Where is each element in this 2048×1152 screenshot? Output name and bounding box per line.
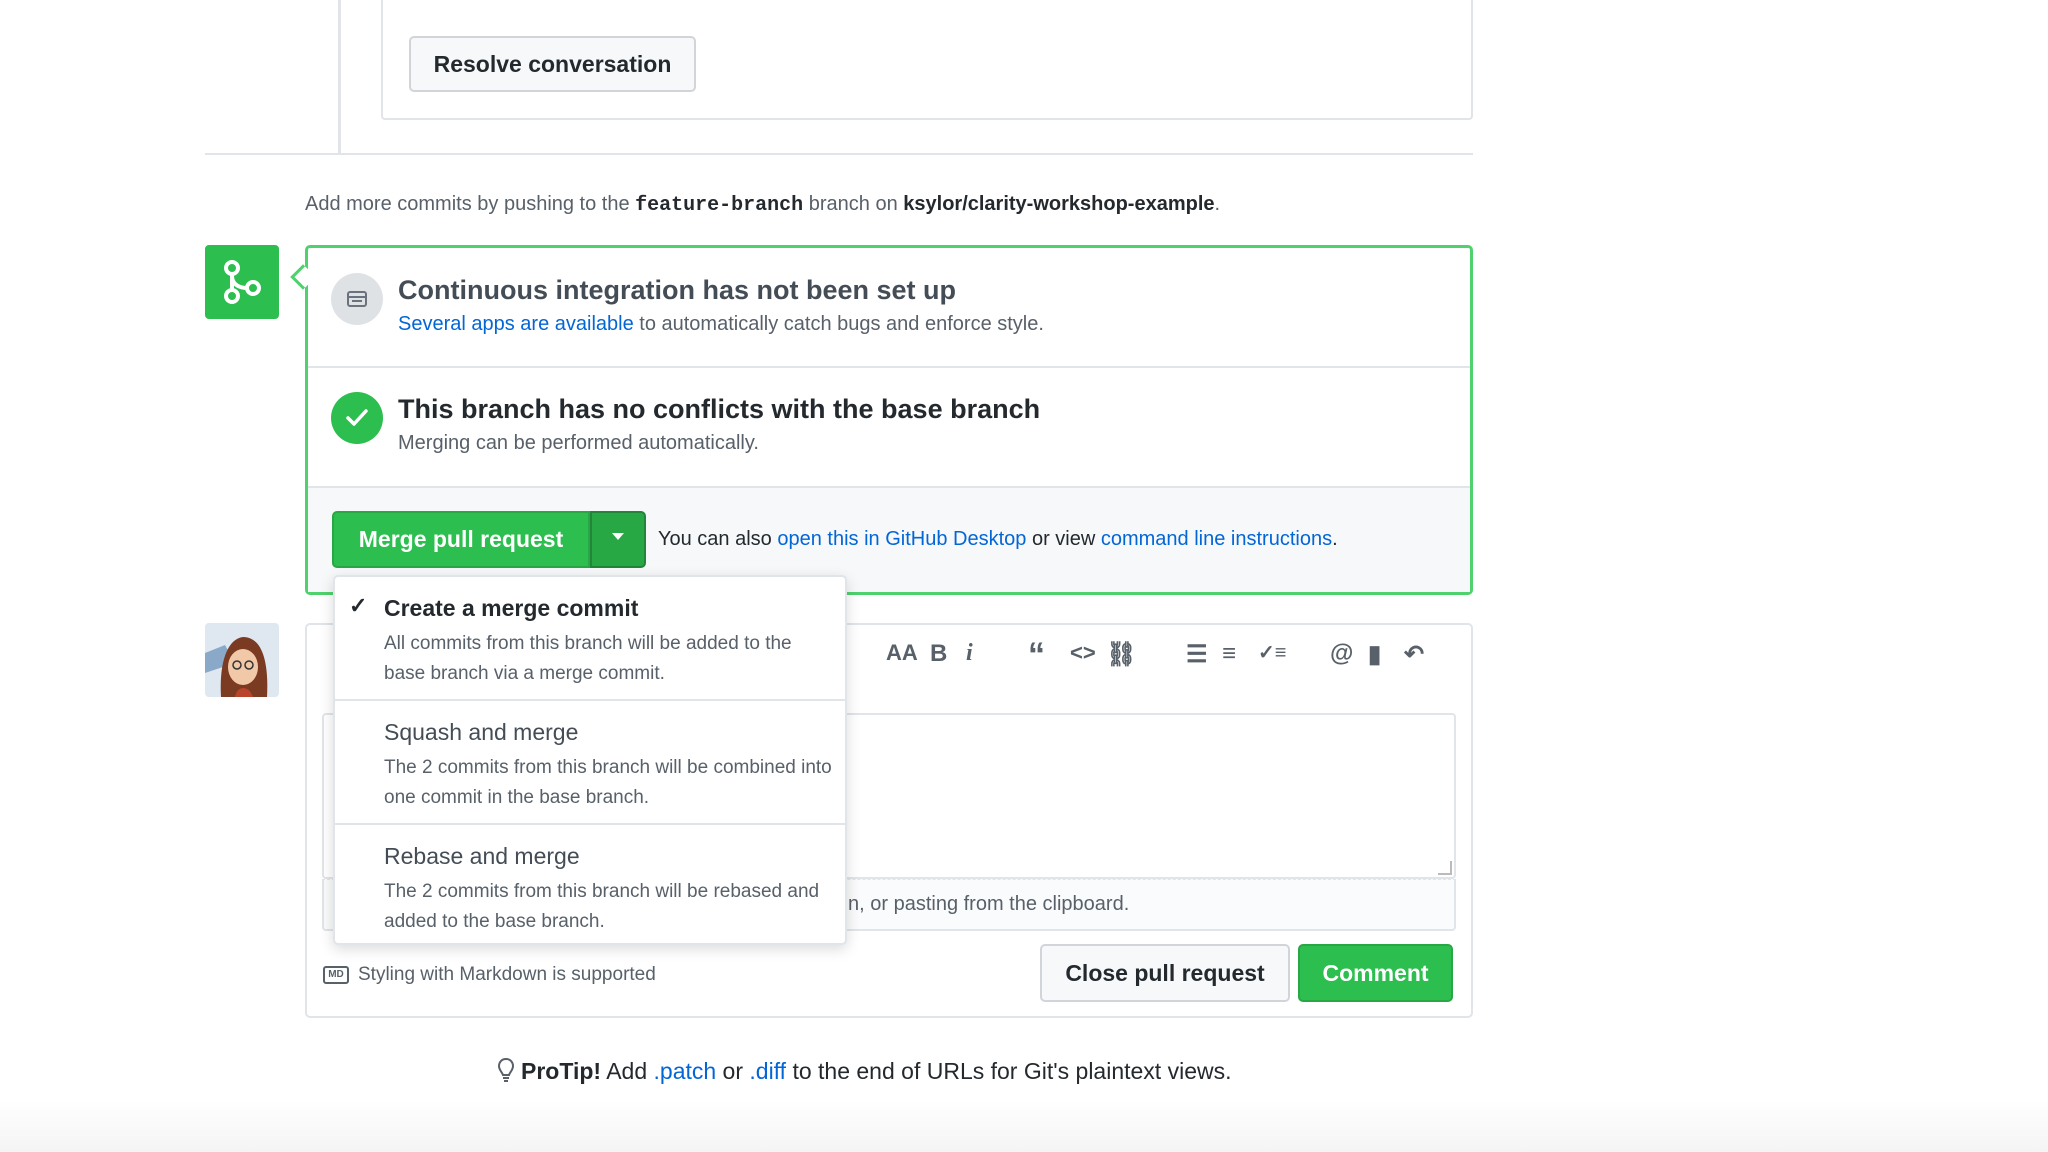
push-hint-prefix: Add more commits by pushing to the xyxy=(305,193,636,215)
check-circle-icon xyxy=(331,392,383,444)
light-bulb-icon xyxy=(497,1057,515,1082)
merge-method-dropdown-toggle[interactable] xyxy=(590,511,646,568)
command-line-instructions-link[interactable]: command line instructions xyxy=(1101,528,1332,550)
markdown-toolbar: AA B i “ <> ⛓ ☰ ≡ ✓≡ @ ▮ ↶ xyxy=(880,636,1460,680)
mention-icon[interactable]: @ xyxy=(1330,640,1353,668)
ci-icon xyxy=(331,273,383,325)
protip: ProTip! Add .patch or .diff to the end o… xyxy=(497,1057,1232,1085)
protip-text: to the end of URLs for Git's plaintext v… xyxy=(786,1058,1232,1084)
merge-option-description: The 2 commits from this branch will be c… xyxy=(384,757,832,808)
github-desktop-link[interactable]: open this in GitHub Desktop xyxy=(777,528,1026,550)
merge-option-title: Squash and merge xyxy=(384,719,579,745)
git-merge-icon xyxy=(205,245,279,319)
merge-option-description: All commits from this branch will be add… xyxy=(384,633,792,684)
ci-description: Several apps are available to automatica… xyxy=(398,313,1044,336)
push-hint-middle: branch on xyxy=(803,193,904,215)
merge-pull-request-button[interactable]: Merge pull request xyxy=(332,511,590,568)
bold-icon[interactable]: B xyxy=(930,640,947,668)
header-icon[interactable]: AA xyxy=(886,640,918,666)
protip-label: ProTip! xyxy=(521,1058,602,1084)
merge-option-rebase-and-merge[interactable]: Rebase and merge The 2 commits from this… xyxy=(335,825,845,947)
merge-option-description: The 2 commits from this branch will be r… xyxy=(384,881,820,932)
task-list-icon[interactable]: ✓≡ xyxy=(1258,640,1286,665)
ci-title: Continuous integration has not been set … xyxy=(398,275,956,305)
section-divider xyxy=(308,366,1470,368)
ci-description-text: to automatically catch bugs and enforce … xyxy=(633,313,1044,335)
saved-reply-icon[interactable]: ▮ xyxy=(1368,640,1381,669)
checkmark-icon: ✓ xyxy=(349,593,368,618)
attach-files-text: n, or pasting from the clipboard. xyxy=(848,893,1130,915)
merge-alternatives: You can also open this in GitHub Desktop… xyxy=(658,528,1338,551)
link-icon[interactable]: ⛓ xyxy=(1106,640,1136,669)
italic-icon[interactable]: i xyxy=(966,640,973,667)
quote-icon[interactable]: “ xyxy=(1028,636,1045,675)
resize-handle-icon[interactable] xyxy=(1438,861,1452,875)
merge-option-squash-and-merge[interactable]: Squash and merge The 2 commits from this… xyxy=(335,701,845,823)
push-hint-suffix: . xyxy=(1214,193,1221,215)
repo-name: ksylor/clarity-workshop-example xyxy=(903,193,1215,215)
protip-text: or xyxy=(716,1058,750,1084)
timeline-divider xyxy=(205,153,1473,155)
ordered-list-icon[interactable]: ≡ xyxy=(1222,640,1236,668)
merge-method-dropdown: ✓ Create a merge commit All commits from… xyxy=(333,575,847,945)
protip-text: Add xyxy=(601,1058,654,1084)
avatar[interactable] xyxy=(205,623,279,697)
merge-option-title: Create a merge commit xyxy=(384,595,639,621)
markdown-icon: MD xyxy=(323,966,349,984)
unordered-list-icon[interactable]: ☰ xyxy=(1186,640,1208,669)
close-pull-request-button[interactable]: Close pull request xyxy=(1040,944,1290,1002)
diff-link[interactable]: .diff xyxy=(749,1058,786,1084)
section-divider xyxy=(308,486,1470,488)
also-suffix: . xyxy=(1332,528,1338,550)
chevron-down-icon xyxy=(612,533,624,540)
page-bottom-fade xyxy=(0,1100,2048,1152)
no-conflicts-title: This branch has no conflicts with the ba… xyxy=(398,394,1041,424)
comment-button[interactable]: Comment xyxy=(1298,944,1453,1002)
merge-option-title: Rebase and merge xyxy=(384,843,580,869)
no-conflicts-description: Merging can be performed automatically. xyxy=(398,432,759,454)
code-icon[interactable]: <> xyxy=(1070,640,1096,666)
markdown-supported-link[interactable]: Styling with Markdown is supported xyxy=(358,964,656,986)
merge-option-create-merge-commit[interactable]: ✓ Create a merge commit All commits from… xyxy=(335,577,845,699)
apps-available-link[interactable]: Several apps are available xyxy=(398,313,634,335)
also-prefix: You can also xyxy=(658,528,778,550)
push-hint: Add more commits by pushing to the featu… xyxy=(305,193,1220,217)
branch-name: feature-branch xyxy=(635,194,804,217)
resolve-conversation-button[interactable]: Resolve conversation xyxy=(409,36,696,92)
timeline-line xyxy=(338,0,341,155)
reply-icon[interactable]: ↶ xyxy=(1404,640,1424,669)
or-view-text: or view xyxy=(1026,528,1101,550)
patch-link[interactable]: .patch xyxy=(654,1058,717,1084)
